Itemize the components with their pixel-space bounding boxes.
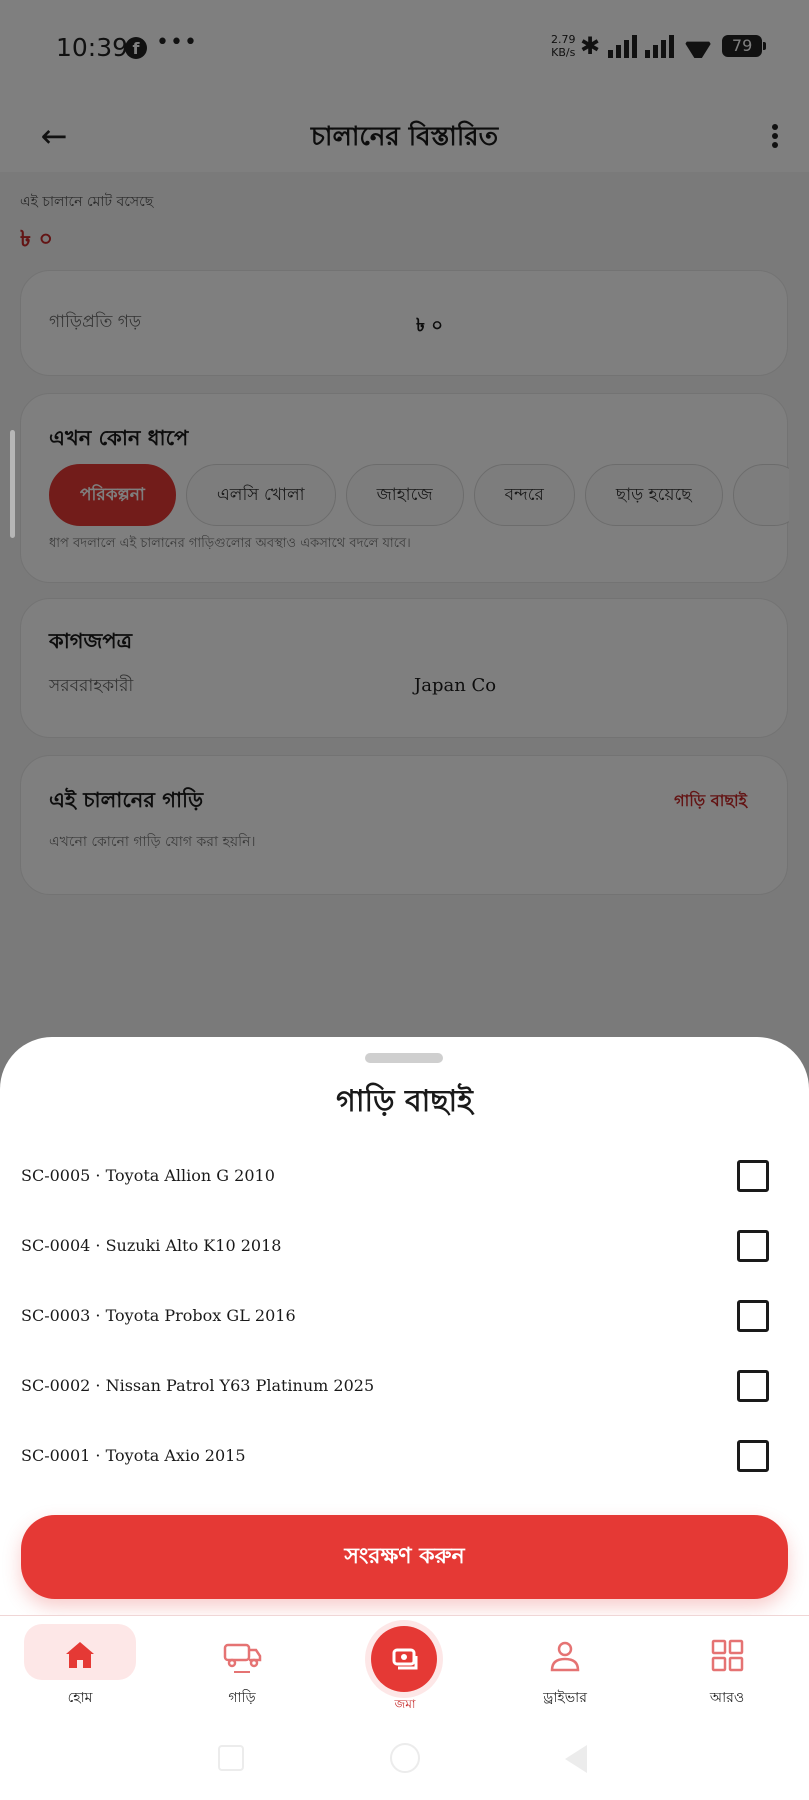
nav-home-label: হোম (67, 1690, 93, 1706)
car-checkbox[interactable] (737, 1160, 769, 1192)
list-item[interactable]: SC-0003 · Toyota Probox GL 2016 (0, 1282, 809, 1352)
nav-driver[interactable]: ড্রাইভার (505, 1616, 625, 1716)
home-icon (66, 1642, 94, 1668)
nav-deposit[interactable]: জমা (345, 1616, 465, 1716)
car-label: SC-0005 · Toyota Allion G 2010 (21, 1166, 275, 1185)
scrollbar (10, 430, 15, 538)
sheet-drag-handle[interactable] (365, 1053, 443, 1063)
nav-driver-label: ড্রাইভার (543, 1690, 587, 1706)
sheet-title: গাড়ি বাছাই (336, 1084, 473, 1119)
recents-button[interactable] (218, 1745, 244, 1771)
nav-more[interactable]: আরও (667, 1616, 787, 1716)
nav-cars-label: গাড়ি (228, 1690, 256, 1706)
car-checkbox[interactable] (737, 1440, 769, 1472)
car-list: SC-0005 · Toyota Allion G 2010 SC-0004 ·… (0, 1142, 809, 1492)
nav-deposit-label: জমা (394, 1697, 416, 1711)
back-system-button[interactable] (565, 1745, 587, 1773)
car-checkbox[interactable] (737, 1230, 769, 1262)
home-system-button[interactable] (390, 1743, 420, 1773)
bottom-nav: হোম গাড়ি জমা ড্রাইভার আরও (0, 1615, 809, 1715)
system-nav-bar (0, 1715, 809, 1800)
cash-icon (392, 1648, 418, 1670)
car-transport-icon (223, 1643, 262, 1673)
car-label: SC-0004 · Suzuki Alto K10 2018 (21, 1236, 282, 1255)
car-label: SC-0003 · Toyota Probox GL 2016 (21, 1306, 296, 1325)
car-checkbox[interactable] (737, 1300, 769, 1332)
list-item[interactable]: SC-0004 · Suzuki Alto K10 2018 (0, 1212, 809, 1282)
nav-more-label: আরও (709, 1690, 745, 1706)
list-item[interactable]: SC-0001 · Toyota Axio 2015 (0, 1422, 809, 1492)
save-button[interactable]: সংরক্ষণ করুন (21, 1515, 788, 1599)
list-item[interactable]: SC-0002 · Nissan Patrol Y63 Platinum 202… (0, 1352, 809, 1422)
car-checkbox[interactable] (737, 1370, 769, 1402)
nav-cars[interactable]: গাড়ি (182, 1616, 302, 1716)
car-label: SC-0002 · Nissan Patrol Y63 Platinum 202… (21, 1376, 375, 1395)
person-icon (550, 1641, 580, 1672)
list-item[interactable]: SC-0005 · Toyota Allion G 2010 (0, 1142, 809, 1212)
nav-home[interactable]: হোম (20, 1616, 140, 1716)
car-label: SC-0001 · Toyota Axio 2015 (21, 1446, 246, 1465)
grid-icon (711, 1639, 744, 1672)
deposit-fab[interactable] (371, 1626, 437, 1692)
